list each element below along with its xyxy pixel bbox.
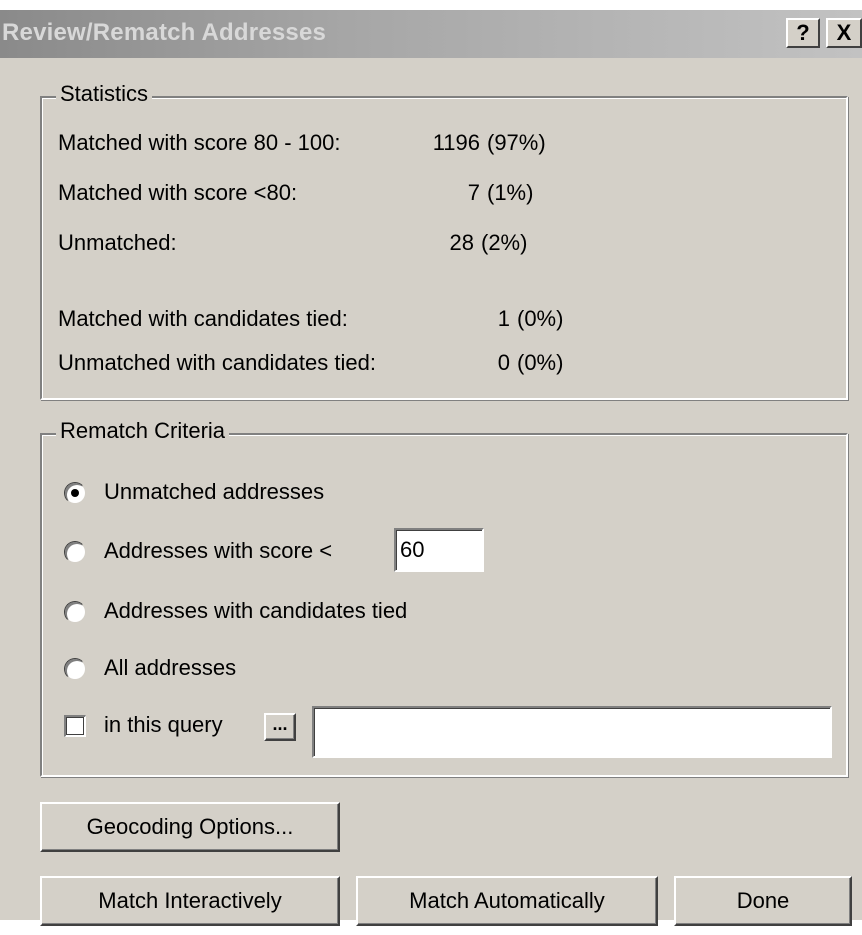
stat-label: Unmatched with candidates tied:: [58, 350, 376, 375]
close-button[interactable]: X: [826, 18, 862, 48]
stat-count: 0: [497, 350, 510, 375]
query-browse-button[interactable]: ...: [264, 713, 296, 741]
match-interactively-button[interactable]: Match Interactively: [40, 876, 340, 926]
query-input[interactable]: [312, 706, 832, 758]
option-label: All addresses: [104, 655, 237, 680]
stat-label: Matched with score <80:: [58, 180, 298, 205]
window-title: Review/Rematch Addresses: [2, 19, 327, 46]
stat-percent: (1%): [487, 180, 534, 205]
stat-percent: (2%): [481, 230, 528, 255]
stat-label: Unmatched:: [58, 230, 177, 255]
ellipsis-icon: ...: [272, 714, 288, 734]
score-threshold-input[interactable]: [394, 528, 484, 572]
rematch-criteria-legend: Rematch Criteria: [56, 418, 230, 444]
review-rematch-dialog: Review/Rematch Addresses ? X Statistics …: [0, 10, 862, 926]
in-this-query-checkbox[interactable]: [64, 715, 86, 737]
option-label: Addresses with candidates tied: [104, 598, 408, 623]
geocoding-options-button[interactable]: Geocoding Options...: [40, 802, 340, 852]
match-automatically-button[interactable]: Match Automatically: [356, 876, 658, 926]
stat-percent: (0%): [517, 306, 564, 331]
stat-count: 7: [467, 180, 480, 205]
stat-count: 1: [497, 306, 510, 331]
radio-candidates-tied[interactable]: [64, 601, 86, 623]
option-label: Addresses with score <: [104, 538, 333, 563]
stat-label: Matched with score 80 - 100:: [58, 130, 341, 155]
title-bar[interactable]: Review/Rematch Addresses ? X: [0, 10, 862, 58]
query-label: in this query: [104, 712, 223, 737]
radio-all-addresses[interactable]: [64, 658, 86, 680]
radio-score-below[interactable]: [64, 541, 86, 563]
close-icon: X: [836, 20, 852, 45]
stat-percent: (0%): [517, 350, 564, 375]
help-button[interactable]: ?: [786, 18, 820, 48]
stat-percent: (97%): [487, 130, 546, 155]
stat-label: Matched with candidates tied:: [58, 306, 348, 331]
statistics-legend: Statistics: [56, 81, 153, 107]
radio-unmatched[interactable]: [64, 482, 86, 504]
option-label: Unmatched addresses: [104, 479, 325, 504]
help-icon: ?: [796, 20, 810, 45]
done-button[interactable]: Done: [674, 876, 852, 926]
stat-count: 28: [449, 230, 474, 255]
stat-count: 1196: [432, 130, 480, 155]
